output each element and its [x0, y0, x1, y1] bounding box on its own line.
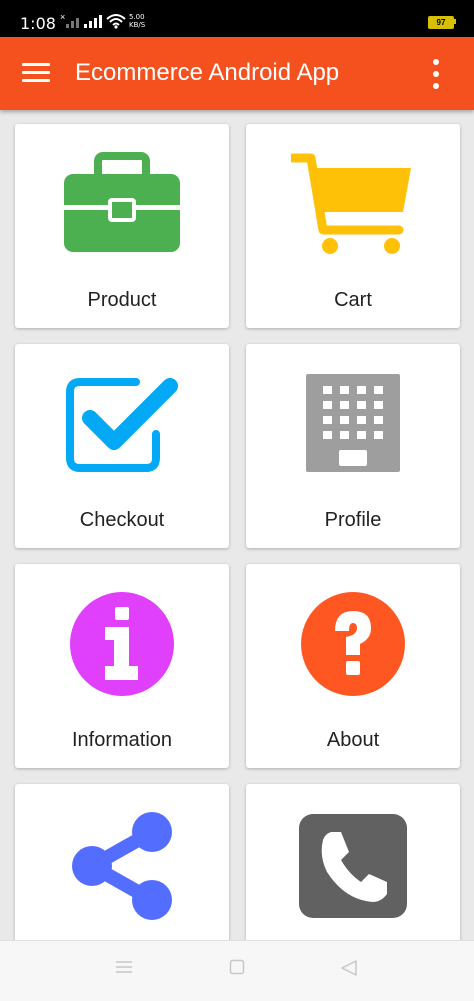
briefcase-icon	[64, 152, 180, 252]
home-nav-icon[interactable]	[229, 959, 245, 975]
tile-label: Checkout	[79, 509, 165, 531]
question-icon	[301, 592, 405, 696]
tile-label: Cart	[334, 289, 372, 311]
signal-icon	[66, 15, 102, 28]
hamburger-menu-icon[interactable]	[22, 61, 52, 85]
system-nav-bar	[0, 940, 474, 1001]
more-options-icon[interactable]	[426, 57, 446, 91]
battery-tip	[454, 19, 456, 24]
tile-product[interactable]: Product	[15, 124, 229, 328]
tile-cart[interactable]: Cart	[246, 124, 460, 328]
tile-contact[interactable]	[246, 784, 460, 964]
back-nav-icon[interactable]	[340, 959, 358, 977]
tile-label: Profile	[324, 509, 382, 531]
tile-about[interactable]: About	[246, 564, 460, 768]
menu-nav-icon[interactable]	[115, 959, 133, 975]
info-icon	[70, 592, 174, 696]
tile-information[interactable]: Information	[15, 564, 229, 768]
share-icon	[72, 812, 172, 920]
wifi-icon	[106, 14, 126, 29]
net-speed: 5.00 KB/S	[129, 13, 145, 29]
building-icon	[306, 374, 400, 472]
tile-share[interactable]	[15, 784, 229, 964]
net-speed-unit: KB/S	[129, 21, 146, 29]
status-time: 1:08	[20, 14, 56, 33]
shopping-cart-icon	[291, 153, 411, 254]
net-speed-value: 5.00	[129, 13, 145, 21]
battery-level: 97	[436, 18, 446, 27]
tile-label: About	[326, 729, 380, 751]
status-bar: 1:08 × 5.00 KB/S 97	[0, 0, 474, 37]
tile-label: Information	[71, 729, 173, 751]
battery-icon: 97	[428, 16, 454, 29]
tile-label: Product	[87, 289, 157, 311]
tile-profile[interactable]: Profile	[246, 344, 460, 548]
app-bar: Ecommerce Android App	[0, 37, 474, 110]
tile-checkout[interactable]: Checkout	[15, 344, 229, 548]
no-data-mark: ×	[60, 12, 66, 22]
checkbox-checked-icon	[66, 378, 178, 472]
phone-icon	[299, 814, 407, 918]
app-title: Ecommerce Android App	[75, 59, 340, 86]
